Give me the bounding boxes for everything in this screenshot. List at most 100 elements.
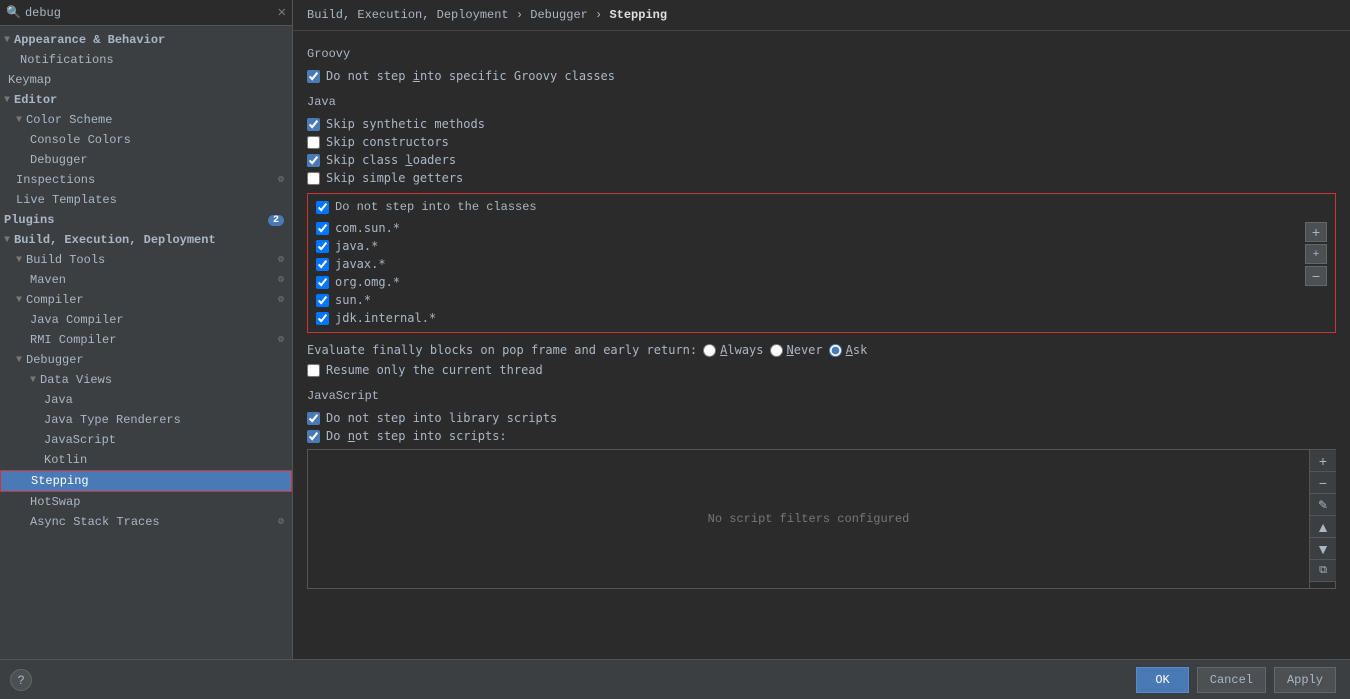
add-class-button2[interactable]: +	[1305, 244, 1327, 264]
eval-never-radio[interactable]	[770, 344, 783, 357]
do-not-step-scripts-checkbox[interactable]	[307, 430, 320, 443]
sidebar-item-maven[interactable]: Maven ⚙	[0, 270, 292, 290]
javascript-section-label: JavaScript	[307, 389, 1336, 403]
sidebar-item-editor[interactable]: ▼ Editor	[0, 90, 292, 110]
sidebar-item-javascript-data[interactable]: JavaScript	[0, 430, 292, 450]
settings-icon: ⚙	[278, 516, 284, 528]
eval-ask-radio[interactable]	[829, 344, 842, 357]
evaluate-label: Evaluate finally blocks on pop frame and…	[307, 343, 697, 357]
list-item: com.sun.*	[316, 220, 1299, 236]
search-clear-icon[interactable]: ✕	[278, 4, 286, 21]
sidebar-item-label: Notifications	[20, 53, 284, 67]
do-not-step-groovy-row: Do not step into specific Groovy classes	[307, 67, 1336, 85]
skip-synthetic-checkbox[interactable]	[307, 118, 320, 131]
search-bar: 🔍 ✕	[0, 0, 292, 26]
eval-always-radio[interactable]	[703, 344, 716, 357]
add-class-button[interactable]: +	[1305, 222, 1327, 242]
sidebar-item-stepping[interactable]: Stepping	[0, 470, 292, 492]
eval-always-label: Always	[720, 343, 763, 357]
sidebar-item-appearance[interactable]: ▼ Appearance & Behavior	[0, 30, 292, 50]
plugins-badge: 2	[268, 215, 284, 226]
sidebar-item-java-data[interactable]: Java	[0, 390, 292, 410]
eval-ask-label: Ask	[846, 343, 868, 357]
skip-constructors-checkbox[interactable]	[307, 136, 320, 149]
radio-never: Never	[770, 343, 823, 357]
sidebar-item-java-type-renderers[interactable]: Java Type Renderers	[0, 410, 292, 430]
settings-icon: ⚙	[278, 334, 284, 346]
sidebar-item-label: Java Type Renderers	[44, 413, 284, 427]
search-input[interactable]	[25, 6, 274, 20]
do-not-step-classes-checkbox[interactable]	[316, 201, 329, 214]
scripts-down-button[interactable]: ▼	[1310, 538, 1336, 560]
classes-list: com.sun.* java.* javax.* org.omg.*	[316, 220, 1299, 326]
class-pattern-checkbox[interactable]	[316, 258, 329, 271]
sidebar-item-label: Kotlin	[44, 453, 284, 467]
class-pattern-label: com.sun.*	[335, 221, 400, 235]
sidebar-item-hotswap[interactable]: HotSwap	[0, 492, 292, 512]
sidebar-item-build-tools[interactable]: ▼ Build Tools ⚙	[0, 250, 292, 270]
skip-class-loaders-checkbox[interactable]	[307, 154, 320, 167]
list-item: sun.*	[316, 292, 1299, 308]
expand-arrow: ▼	[16, 255, 22, 266]
sidebar-item-compiler[interactable]: ▼ Compiler ⚙	[0, 290, 292, 310]
apply-button[interactable]: Apply	[1274, 667, 1336, 693]
class-pattern-checkbox[interactable]	[316, 276, 329, 289]
remove-class-button[interactable]: −	[1305, 266, 1327, 286]
ok-button[interactable]: OK	[1136, 667, 1188, 693]
list-item: jdk.internal.*	[316, 310, 1299, 326]
sidebar-item-label: Editor	[14, 93, 284, 107]
skip-synthetic-row: Skip synthetic methods	[307, 115, 1336, 133]
cancel-button[interactable]: Cancel	[1197, 667, 1266, 693]
class-pattern-label: javax.*	[335, 257, 386, 271]
scripts-edit-button[interactable]: ✎	[1310, 494, 1336, 516]
settings-icon: ⚙	[278, 274, 284, 286]
sidebar-item-label: Console Colors	[30, 133, 284, 147]
sidebar-item-kotlin[interactable]: Kotlin	[0, 450, 292, 470]
sidebar-item-plugins[interactable]: Plugins 2	[0, 210, 292, 230]
classes-box-header: Do not step into the classes	[316, 200, 1327, 214]
sidebar-item-keymap[interactable]: Keymap	[0, 70, 292, 90]
class-pattern-checkbox[interactable]	[316, 240, 329, 253]
scripts-up-button[interactable]: ▲	[1310, 516, 1336, 538]
help-button[interactable]: ?	[10, 669, 32, 691]
sidebar-item-label: Color Scheme	[26, 113, 284, 127]
scripts-empty-message: No script filters configured	[308, 450, 1309, 588]
sidebar-item-debugger-editor[interactable]: Debugger	[0, 150, 292, 170]
scripts-remove-button[interactable]: −	[1310, 472, 1336, 494]
do-not-step-groovy-checkbox[interactable]	[307, 70, 320, 83]
classes-buttons: + + −	[1299, 220, 1327, 326]
expand-arrow: ▼	[4, 35, 10, 46]
search-icon: 🔍	[6, 5, 21, 20]
sidebar-item-color-scheme[interactable]: ▼ Color Scheme	[0, 110, 292, 130]
eval-never-label: Never	[787, 343, 823, 357]
bottom-bar: ? OK Cancel Apply	[0, 659, 1350, 699]
sidebar-item-console-colors[interactable]: Console Colors	[0, 130, 292, 150]
class-pattern-checkbox[interactable]	[316, 222, 329, 235]
sidebar-item-rmi-compiler[interactable]: RMI Compiler ⚙	[0, 330, 292, 350]
expand-arrow: ▼	[16, 295, 22, 306]
resume-only-checkbox[interactable]	[307, 364, 320, 377]
sidebar-item-inspections[interactable]: Inspections ⚙	[0, 170, 292, 190]
do-not-step-library-checkbox[interactable]	[307, 412, 320, 425]
skip-simple-getters-checkbox[interactable]	[307, 172, 320, 185]
sidebar-item-java-compiler[interactable]: Java Compiler	[0, 310, 292, 330]
list-item: org.omg.*	[316, 274, 1299, 290]
sidebar-item-label: Compiler	[26, 293, 274, 307]
sidebar-item-async-stack-traces[interactable]: Async Stack Traces ⚙	[0, 512, 292, 532]
resume-only-row: Resume only the current thread	[307, 361, 1336, 379]
skip-constructors-label: Skip constructors	[326, 135, 449, 149]
skip-constructors-row: Skip constructors	[307, 133, 1336, 151]
classes-box: Do not step into the classes com.sun.* j…	[307, 193, 1336, 333]
sidebar-item-notifications[interactable]: Notifications	[0, 50, 292, 70]
sidebar-item-debugger-main[interactable]: ▼ Debugger	[0, 350, 292, 370]
sidebar-item-label: Inspections	[16, 173, 274, 187]
scripts-add-button[interactable]: +	[1310, 450, 1336, 472]
scripts-copy-button[interactable]: ⧉	[1310, 560, 1336, 582]
class-pattern-checkbox[interactable]	[316, 312, 329, 325]
sidebar-item-build-exec-deploy[interactable]: ▼ Build, Execution, Deployment	[0, 230, 292, 250]
skip-class-loaders-label: Skip class loaders	[326, 153, 456, 167]
sidebar-item-label: Async Stack Traces	[30, 515, 274, 529]
sidebar-item-data-views[interactable]: ▼ Data Views	[0, 370, 292, 390]
sidebar-item-live-templates[interactable]: Live Templates	[0, 190, 292, 210]
class-pattern-checkbox[interactable]	[316, 294, 329, 307]
